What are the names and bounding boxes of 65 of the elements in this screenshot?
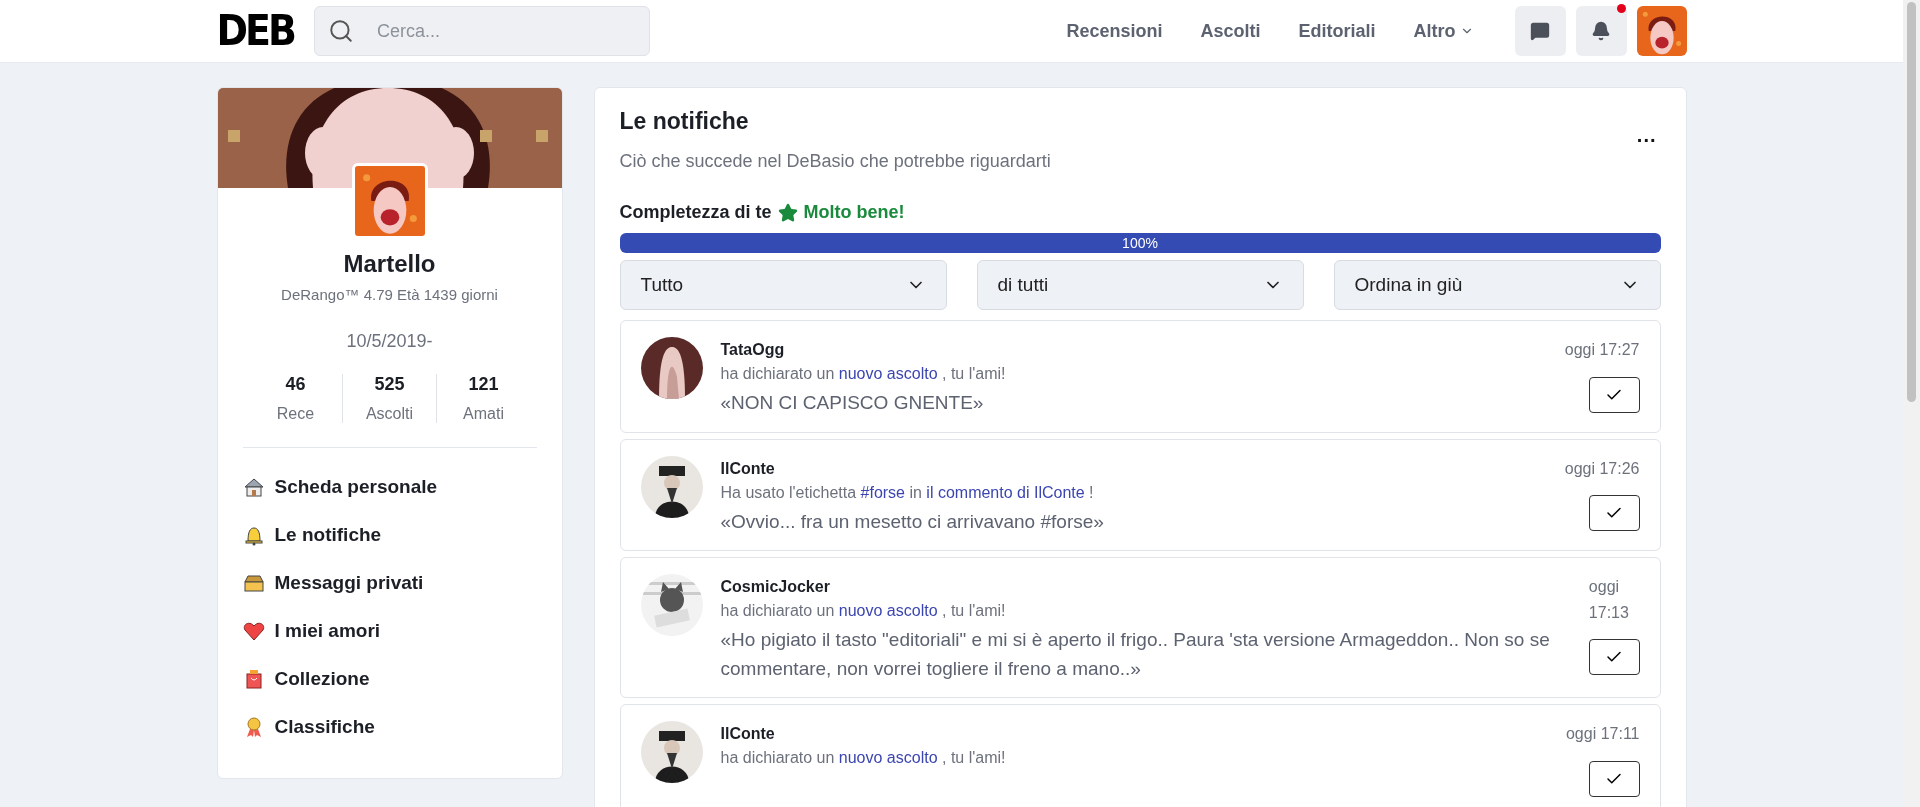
- profile-menu-item[interactable]: Le notifiche: [242, 524, 537, 546]
- completeness-label: Completezza di te: [619, 202, 772, 223]
- profile-menu-item[interactable]: I miei amori: [242, 620, 537, 642]
- notification-action: Ha usato l'etichetta #forse in il commento di IlConte !: [720, 483, 1095, 502]
- user-name: Martello: [343, 250, 436, 278]
- nav-link[interactable]: Altro: [1413, 20, 1474, 42]
- scrollbar[interactable]: [1903, 0, 1920, 807]
- chat-icon: [1530, 21, 1550, 41]
- panel-subtitle: Ciò che succede nel DeBasio che potrebbe riguardarti: [619, 151, 1051, 172]
- mark-read-button[interactable]: [1588, 639, 1640, 676]
- member-since: 10/5/2019-: [346, 331, 433, 352]
- notification-user[interactable]: IlConte: [720, 459, 1547, 478]
- tray-icon: [242, 572, 265, 594]
- mark-read-button[interactable]: [1588, 376, 1640, 413]
- notification-time: oggi 17:11: [1565, 724, 1640, 744]
- stat-value: 121: [468, 374, 499, 395]
- stat-label: Rece: [276, 405, 315, 423]
- notification-quote: «NON CI CAPISCO GNENTE»: [720, 391, 985, 415]
- notification-time: oggi 17:13: [1588, 577, 1630, 623]
- notification-action: ha dichiarato un nuovo ascolto , tu l'ami!: [720, 749, 1007, 767]
- notification-time: oggi 17:26: [1564, 458, 1640, 479]
- more-button[interactable]: ...: [1632, 123, 1661, 157]
- star-icon: [777, 202, 798, 223]
- heart-icon: [242, 620, 265, 642]
- house-icon: [242, 476, 265, 498]
- notification-link[interactable]: nuovo ascolto: [838, 365, 938, 382]
- search-icon: [327, 18, 354, 44]
- stat-label: Amati: [463, 405, 504, 423]
- notification-link[interactable]: nuovo ascolto: [838, 602, 938, 619]
- nav-link[interactable]: Editoriali: [1298, 20, 1376, 42]
- filter-dropdown[interactable]: di tutti: [976, 260, 1304, 310]
- filter-dropdown[interactable]: Tutto: [619, 260, 947, 310]
- notification-action: ha dichiarato un nuovo ascolto , tu l'ami!: [720, 602, 1007, 620]
- profile-menu-item[interactable]: Scheda personale: [242, 476, 537, 498]
- notification-quote: «Ovvio... fra un mesetto ci arrivavano #forse»: [720, 509, 1105, 534]
- notification-user[interactable]: TataOgg: [720, 341, 1547, 359]
- profile-menu-item[interactable]: Classifiche: [242, 716, 537, 738]
- completeness-status: Molto bene!: [803, 202, 905, 223]
- stat-label: Ascolti: [365, 405, 414, 423]
- nav-link[interactable]: Ascolti: [1200, 20, 1261, 42]
- notification-quote: «Ho pigiato il tasto "editoriali" e mi si è aperto il frigo.. Paura 'sta versione Armageddon.. Non so se commentare, non vorrei togliere il freno a mano..»: [720, 628, 1551, 681]
- notification-user[interactable]: CosmicJocker: [720, 578, 1571, 596]
- user-stats-text: DeRango™ 4.79 Età 1439 giorni: [281, 286, 498, 303]
- notification-link[interactable]: #forse: [860, 483, 905, 501]
- mark-read-button[interactable]: [1588, 760, 1640, 797]
- notification-time: oggi 17:27: [1564, 340, 1640, 360]
- panel-title: Le notifiche: [619, 108, 750, 135]
- notification-user[interactable]: IlConte: [720, 725, 1548, 743]
- progress-fill: 100%: [619, 233, 1661, 253]
- notifications-button[interactable]: [1575, 6, 1627, 56]
- stat-value: 46: [285, 374, 306, 395]
- stat-value: 525: [374, 374, 405, 395]
- notification-link[interactable]: nuovo ascolto: [838, 749, 938, 766]
- profile-menu-item[interactable]: Collezione: [242, 668, 537, 690]
- notification-action: ha dichiarato un nuovo ascolto , tu l'ami!: [720, 365, 1007, 383]
- logo[interactable]: DEB: [216, 6, 294, 56]
- mark-read-button[interactable]: [1588, 495, 1640, 532]
- filter-dropdown[interactable]: Ordina in giù: [1333, 260, 1661, 310]
- profile-menu-item[interactable]: Messaggi privati: [242, 572, 537, 594]
- bell-icon: [242, 524, 265, 546]
- nav-link[interactable]: Recensioni: [1066, 20, 1163, 42]
- messages-button[interactable]: [1514, 6, 1566, 56]
- notification-link[interactable]: il commento di IlConte: [926, 483, 1085, 501]
- bell-icon: [1591, 21, 1611, 41]
- search-field[interactable]: Cerca...: [313, 6, 650, 56]
